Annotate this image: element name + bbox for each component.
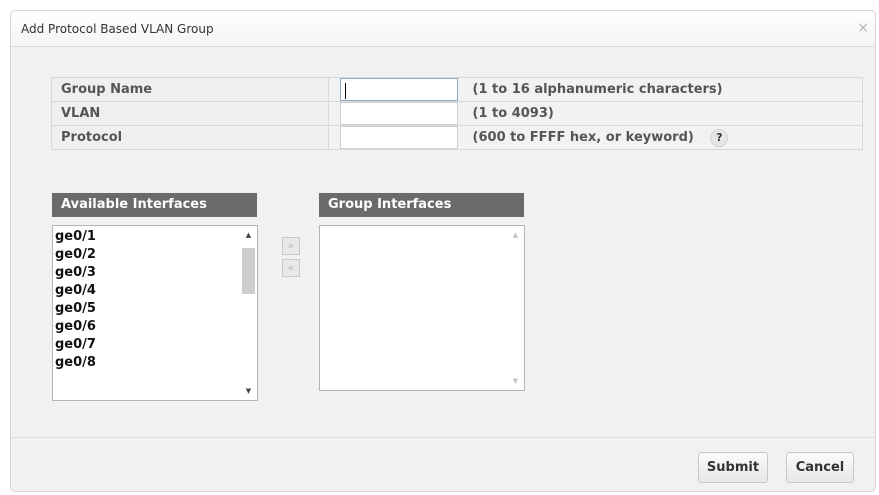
group-interfaces-list[interactable]: ▲ ▼ bbox=[319, 225, 525, 391]
group-scrollbar[interactable]: ▲ ▼ bbox=[507, 226, 524, 390]
protocol-label: Protocol bbox=[51, 125, 329, 150]
group-name-row: Group Name (1 to 16 alphanumeric charact… bbox=[51, 77, 863, 102]
protocol-input[interactable] bbox=[340, 126, 458, 149]
add-vlan-group-dialog: Add Protocol Based VLAN Group × Group Na… bbox=[10, 10, 876, 492]
group-name-hint: (1 to 16 alphanumeric characters) bbox=[472, 82, 723, 97]
available-items: ge0/1 ge0/2 ge0/3 ge0/4 ge0/5 ge0/6 ge0/7 ge0/8 bbox=[55, 228, 96, 372]
interface-list-item[interactable]: ge0/5 bbox=[55, 300, 96, 318]
submit-button[interactable]: Submit bbox=[698, 452, 768, 483]
interface-list-item[interactable]: ge0/1 bbox=[55, 228, 96, 246]
scroll-up-arrow-icon[interactable]: ▲ bbox=[507, 231, 524, 239]
dialog-titlebar: Add Protocol Based VLAN Group × bbox=[11, 11, 875, 47]
available-interfaces-header: Available Interfaces bbox=[52, 193, 257, 217]
protocol-row: Protocol (600 to FFFF hex, or keyword) ? bbox=[51, 125, 863, 150]
available-scrollbar[interactable]: ▲ ▼ bbox=[240, 226, 257, 400]
dialog-title: Add Protocol Based VLAN Group bbox=[21, 22, 214, 36]
vlan-hint: (1 to 4093) bbox=[472, 106, 554, 121]
scroll-down-arrow-icon[interactable]: ▼ bbox=[240, 387, 257, 395]
close-icon[interactable]: × bbox=[857, 20, 869, 36]
remove-from-group-button[interactable]: « bbox=[282, 259, 300, 277]
group-name-input[interactable] bbox=[340, 78, 458, 101]
interface-list-item[interactable]: ge0/4 bbox=[55, 282, 96, 300]
interface-list-item[interactable]: ge0/8 bbox=[55, 354, 96, 372]
protocol-hint: (600 to FFFF hex, or keyword) bbox=[472, 130, 694, 145]
interface-list-item[interactable]: ge0/3 bbox=[55, 264, 96, 282]
add-to-group-button[interactable]: » bbox=[282, 237, 300, 255]
help-icon[interactable]: ? bbox=[710, 128, 729, 147]
text-caret bbox=[345, 83, 346, 99]
available-interfaces-list[interactable]: ge0/1 ge0/2 ge0/3 ge0/4 ge0/5 ge0/6 ge0/7 ge0/8… bbox=[52, 225, 258, 401]
vlan-row: VLAN (1 to 4093) bbox=[51, 101, 863, 126]
scroll-thumb[interactable] bbox=[242, 248, 255, 294]
group-interfaces-header: Group Interfaces bbox=[319, 193, 524, 217]
vlan-label: VLAN bbox=[51, 101, 329, 126]
vlan-input[interactable] bbox=[340, 102, 458, 125]
group-name-label: Group Name bbox=[51, 77, 329, 102]
interface-list-item[interactable]: ge0/2 bbox=[55, 246, 96, 264]
interface-list-item[interactable]: ge0/7 bbox=[55, 336, 96, 354]
footer-divider bbox=[11, 437, 875, 438]
scroll-up-arrow-icon[interactable]: ▲ bbox=[240, 231, 257, 239]
scroll-down-arrow-icon[interactable]: ▼ bbox=[507, 377, 524, 385]
group-settings-table: Group Name (1 to 16 alphanumeric charact… bbox=[51, 77, 863, 150]
cancel-button[interactable]: Cancel bbox=[786, 452, 854, 483]
interface-list-item[interactable]: ge0/6 bbox=[55, 318, 96, 336]
